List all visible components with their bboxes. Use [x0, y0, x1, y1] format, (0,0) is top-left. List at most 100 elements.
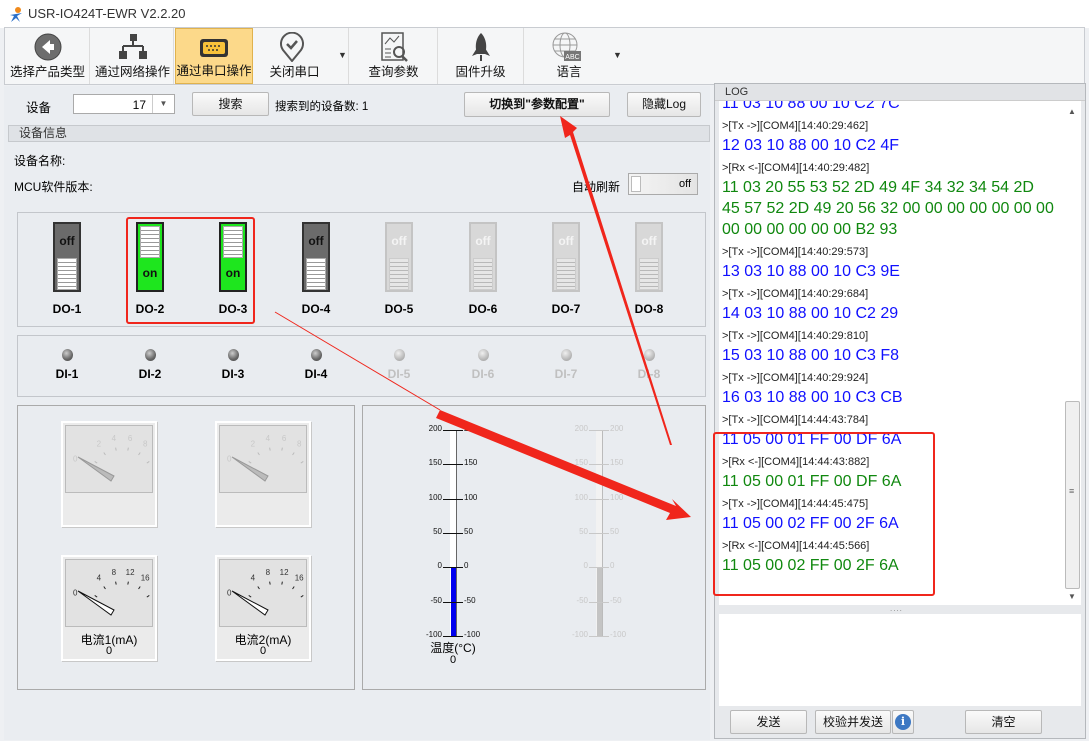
- thermo-tick-right: 200: [464, 424, 478, 433]
- device-select[interactable]: 17 ▼: [73, 94, 175, 114]
- switch-state: off: [558, 234, 574, 248]
- svg-text:ABC: ABC: [565, 54, 579, 61]
- gauge-tick-label: 4: [97, 574, 102, 583]
- log-header-line: >[Tx ->][COM4][14:40:29:684]: [722, 288, 869, 300]
- thermo-tick-left: 200: [574, 424, 588, 433]
- hide-log-button[interactable]: 隐藏Log: [627, 92, 701, 117]
- send-input[interactable]: [719, 614, 1081, 706]
- thermo-tick-mark: [443, 430, 463, 431]
- log-tx-data: 11 03 10 88 00 10 C2 7C: [722, 101, 900, 112]
- switch-knob: [57, 258, 77, 290]
- do-label: DO-1: [52, 302, 82, 316]
- gauge-tick: [281, 581, 283, 585]
- di-label: DI-4: [304, 367, 328, 381]
- switch-state: off: [308, 234, 324, 248]
- gauge-tick: [94, 595, 98, 598]
- select-product-type-button[interactable]: 选择产品类型: [6, 28, 90, 84]
- thermo-tick-mark: [589, 601, 609, 603]
- di-indicator-led: [561, 349, 572, 361]
- log-tx-data: 12 03 10 88 00 10 C2 4F: [722, 137, 900, 154]
- globe-abc-icon: ABC: [552, 32, 581, 61]
- do-switch-7: off: [552, 222, 580, 292]
- thermo-tick-right: 100: [610, 492, 624, 502]
- splitter-handle[interactable]: ....: [890, 604, 903, 613]
- gauge-tick: [257, 586, 260, 590]
- chevron-down-icon[interactable]: ▼: [338, 50, 347, 60]
- log-scrollbar[interactable]: ▲ ≡ ▼: [1064, 101, 1081, 605]
- network-operation-button[interactable]: 通过网络操作: [92, 28, 174, 84]
- gauge-tick-label: 12: [126, 568, 135, 577]
- log-header-line: >[Tx ->][COM4][14:40:29:462]: [722, 120, 869, 132]
- thermo-tick-mark: [443, 498, 463, 500]
- do-switch-4[interactable]: off: [302, 222, 330, 292]
- log-rx-data: 11 03 20 55 53 52 2D 49 4F 34 32 34 54 2…: [722, 179, 1034, 196]
- operation-panel: 设备 17 ▼ 搜索 搜索到的设备数: 1 切换到"参数配置" 隐藏Log 设备…: [4, 86, 710, 740]
- toolbar-label: 固件升级: [455, 65, 506, 79]
- gauge-tick-label: 2: [97, 440, 102, 449]
- di-indicator-led: [394, 349, 405, 361]
- gauge-tick: [248, 461, 252, 464]
- di-label: DI-8: [637, 367, 661, 381]
- chevron-down-icon[interactable]: ▼: [152, 95, 174, 113]
- scroll-up-icon[interactable]: ▲: [1068, 107, 1076, 116]
- gauge-value: 0: [259, 645, 267, 657]
- gauge-tick-label: 6: [128, 434, 133, 443]
- switch-knob: [639, 258, 659, 290]
- clear-button[interactable]: 清空: [965, 710, 1042, 734]
- di-label: DI-7: [554, 367, 578, 381]
- thermo-tick-right: -100: [610, 630, 627, 639]
- app-logo-icon: [10, 7, 22, 22]
- query-params-button[interactable]: 查询参数: [350, 28, 438, 84]
- current-gauge: 0 2 4 6 8 10: [215, 421, 311, 527]
- auto-refresh-toggle[interactable]: off: [628, 173, 698, 195]
- close-serial-button[interactable]: 关闭串口 ▼: [255, 28, 349, 84]
- gauge-tick: [292, 586, 295, 590]
- toggle-knob[interactable]: [631, 176, 641, 192]
- thermo-tick-mark: [589, 430, 609, 431]
- info-button[interactable]: i: [892, 710, 914, 734]
- switch-to-param-config-button[interactable]: 切换到"参数配置": [464, 92, 610, 117]
- check-and-send-button[interactable]: 校验并发送: [815, 710, 891, 734]
- toolbar-label: 语言: [556, 65, 582, 79]
- gauge-tick: [248, 595, 252, 598]
- device-info-header: 设备信息: [8, 125, 710, 142]
- language-button[interactable]: ABC 语言 ▼: [525, 28, 625, 84]
- log-header-line: >[Tx ->][COM4][14:40:29:810]: [722, 330, 869, 342]
- scroll-down-icon[interactable]: ▼: [1068, 592, 1076, 601]
- thermo-tick-left: 50: [579, 527, 588, 536]
- send-button[interactable]: 发送: [730, 710, 807, 734]
- current-gauge: 048121620电流1(mA)0: [61, 555, 157, 661]
- firmware-upgrade-button[interactable]: 固件升级: [438, 28, 524, 84]
- gauge-tick-label: 4: [266, 434, 271, 443]
- di-label: DI-6: [471, 367, 495, 381]
- thermo-tick-left: -100: [571, 630, 588, 639]
- device-value: 17: [132, 98, 146, 112]
- thermo-tick-right: -50: [464, 595, 476, 605]
- log-tx-data: 16 03 10 88 00 10 C3 CB: [722, 389, 903, 406]
- gauge-tick: [127, 581, 129, 585]
- gauge-tick-label: 8: [112, 568, 117, 577]
- found-devices-label: 搜索到的设备数: 1: [275, 98, 368, 114]
- di-indicator-led: [62, 349, 73, 361]
- do-switch-1[interactable]: off: [53, 222, 81, 292]
- gauge-tick-label: 20: [152, 585, 153, 594]
- toolbar: 选择产品类型 通过网络操作 通过串口操作 关闭串口 ▼ 查询参数 固件升级 AB…: [4, 27, 1085, 85]
- gauge-dial: 0 4 8 12 1620: [65, 559, 153, 627]
- gauge-tick-label: 2: [251, 440, 256, 449]
- chevron-down-icon[interactable]: ▼: [613, 50, 622, 60]
- gauge-tick-label: 0: [73, 455, 78, 464]
- toolbar-label: 选择产品类型: [9, 65, 85, 79]
- di-label: DI-1: [55, 367, 79, 381]
- scrollbar-thumb[interactable]: ≡: [1065, 401, 1080, 589]
- gauge-tick: [127, 447, 129, 451]
- toolbar-label: 关闭串口: [269, 65, 320, 79]
- thermometer-value: 0: [449, 654, 457, 666]
- serial-operation-button[interactable]: 通过串口操作: [175, 28, 253, 84]
- search-button[interactable]: 搜索: [192, 92, 269, 116]
- switch-knob: [389, 258, 409, 290]
- window-title: USR-IO424T-EWR V2.2.20: [28, 6, 186, 21]
- gauge-tick-label: 8: [266, 568, 271, 577]
- log-tx-data: 15 03 10 88 00 10 C3 F8: [722, 347, 900, 364]
- thermo-tick-left: -50: [576, 595, 588, 605]
- switch-knob: [473, 258, 493, 290]
